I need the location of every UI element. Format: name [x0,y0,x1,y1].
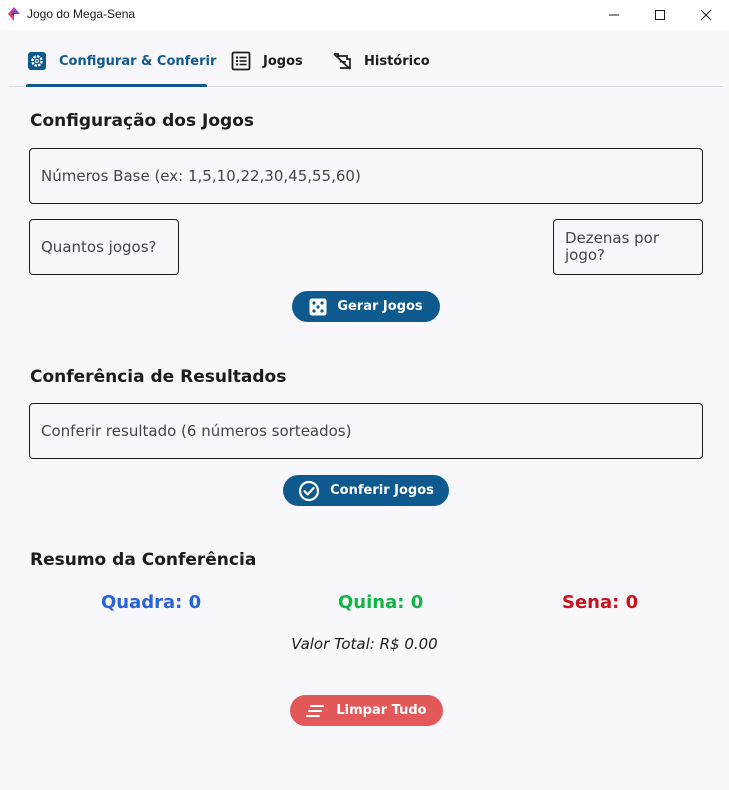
check-games-button[interactable]: Conferir Jogos [283,475,449,506]
minimize-button[interactable] [591,0,637,30]
result-placeholder: Conferir resultado (6 números sorteados) [41,421,352,440]
close-button[interactable] [683,0,729,30]
gear-icon [28,52,46,70]
num-games-input[interactable]: Quantos jogos? [29,219,179,275]
quina-count: Quina: 0 [338,592,424,613]
minimize-icon [609,14,619,16]
config-section-title: Configuração dos Jogos [30,111,254,131]
clear-all-button[interactable]: Limpar Tudo [290,695,443,726]
clear-all-label: Limpar Tudo [336,703,427,718]
num-games-placeholder: Quantos jogos? [41,237,157,256]
tab-label: Configurar & Conferir [59,53,217,69]
numbers-per-game-placeholder-line2: jogo? [565,246,606,264]
check-circle-icon [298,480,320,502]
generate-games-button[interactable]: Gerar Jogos [292,291,440,322]
tab-historico[interactable]: Histórico [332,36,430,86]
close-icon [700,9,712,21]
tab-jogos[interactable]: Jogos [231,36,303,86]
summary-section-title: Resumo da Conferência [30,550,257,570]
tab-label: Histórico [364,53,430,69]
tab-bar: Configurar & Conferir Jogos Histórico [9,36,723,87]
clear-all-icon [306,704,326,718]
maximize-button[interactable] [637,0,683,30]
active-tab-indicator [26,84,207,87]
base-numbers-placeholder: Números Base (ex: 1,5,10,22,30,45,55,60) [41,166,361,185]
app-icon [8,7,20,21]
result-input[interactable]: Conferir resultado (6 números sorteados) [29,403,703,459]
history-icon [333,53,351,70]
app-window: Jogo do Mega-Sena Configurar & Conferir … [0,0,729,790]
base-numbers-input[interactable]: Números Base (ex: 1,5,10,22,30,45,55,60) [29,148,703,204]
window-title: Jogo do Mega-Sena [27,7,136,21]
maximize-icon [655,10,665,20]
check-games-label: Conferir Jogos [330,483,434,498]
total-value: Valor Total: R$ 0.00 [291,635,438,653]
numbers-per-game-input[interactable]: Dezenas por jogo? [553,219,703,275]
quadra-count: Quadra: 0 [101,592,202,613]
dice-icon [309,298,327,316]
generate-games-label: Gerar Jogos [337,299,423,314]
tab-label: Jogos [263,53,303,69]
sena-count: Sena: 0 [562,592,639,613]
tab-configurar-conferir[interactable]: Configurar & Conferir [27,36,216,86]
check-section-title: Conferência de Resultados [30,367,287,387]
title-bar: Jogo do Mega-Sena [0,0,729,30]
numbers-per-game-placeholder-line1: Dezenas por [565,229,660,247]
list-icon [231,51,251,71]
